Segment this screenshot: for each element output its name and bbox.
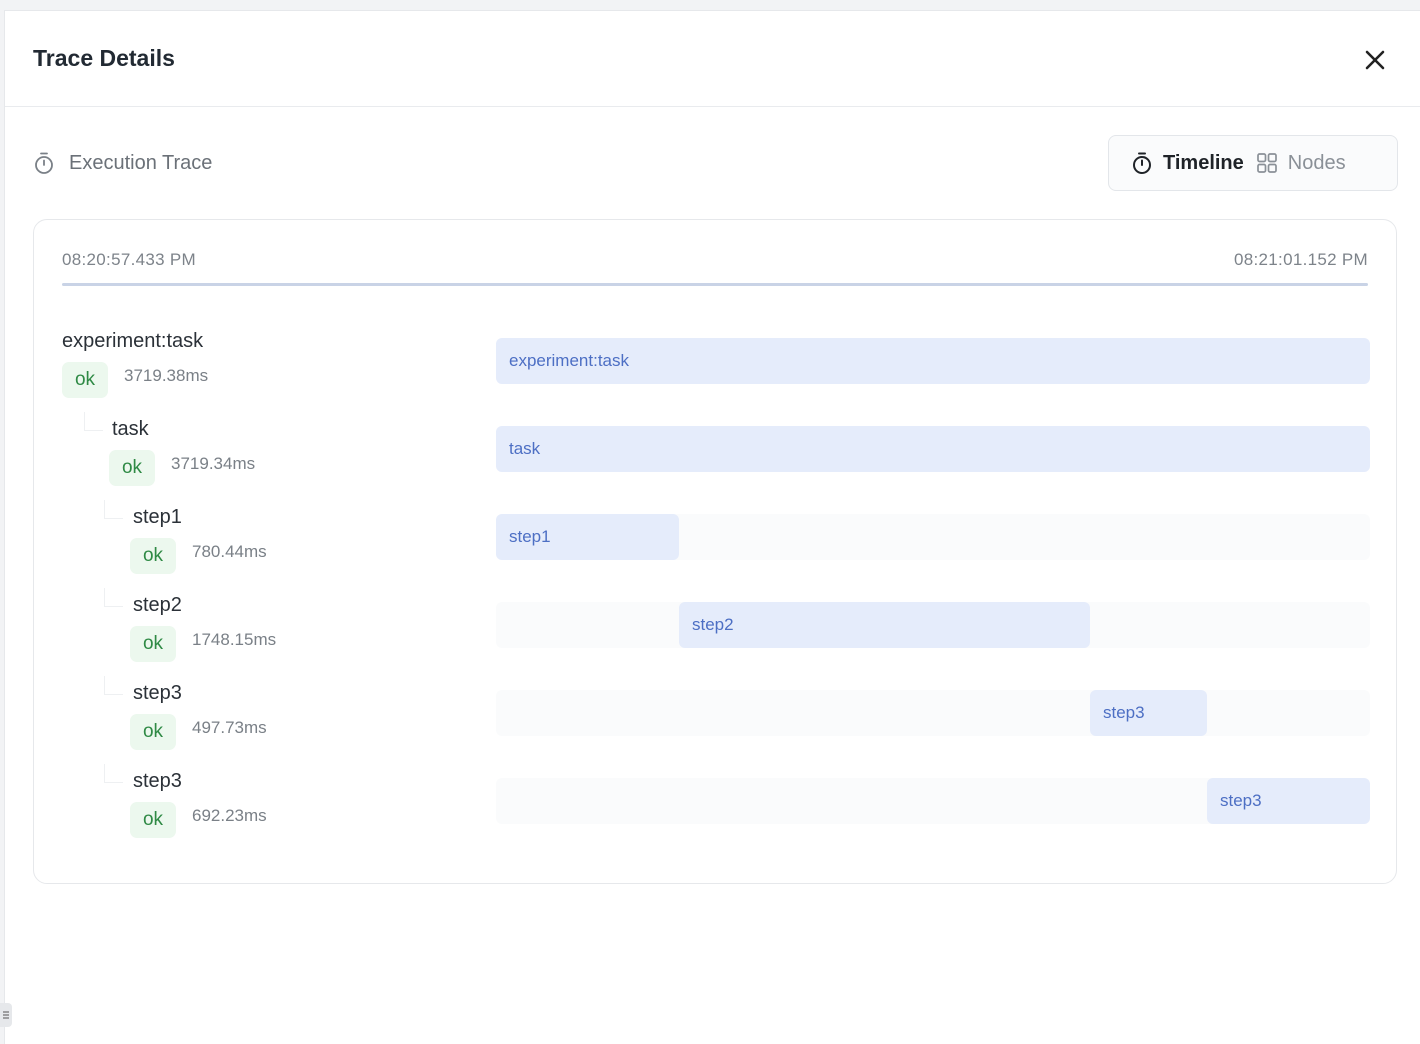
span-row-step2[interactable]: step2 ok 1748.15ms step2 <box>34 588 1396 676</box>
span-bar[interactable]: task <box>496 426 1370 472</box>
span-bar-label: step2 <box>692 615 734 634</box>
span-track: experiment:task <box>496 338 1370 384</box>
span-bar[interactable]: experiment:task <box>496 338 1370 384</box>
close-icon <box>1365 50 1385 70</box>
trace-details-dialog: Trace Details Execution Trace Timeline N… <box>4 10 1420 1044</box>
timeline-start-time: 08:20:57.433 PM <box>62 250 196 269</box>
span-row-step3[interactable]: step3 ok 692.23ms step3 <box>34 764 1396 852</box>
span-duration: 780.44ms <box>192 542 267 561</box>
span-track: task <box>496 426 1370 472</box>
span-bar-label: step3 <box>1103 703 1145 722</box>
timeline-tab[interactable]: Timeline <box>1109 136 1244 190</box>
span-row-experiment-task[interactable]: experiment:task ok 3719.38ms experiment:… <box>34 324 1396 412</box>
span-bar-label: experiment:task <box>509 351 629 370</box>
span-name: step2 <box>133 594 182 616</box>
status-badge: ok <box>62 362 108 398</box>
span-bar[interactable]: step3 <box>1090 690 1207 736</box>
section-title: Execution Trace <box>69 151 213 174</box>
stopwatch-icon <box>35 152 53 174</box>
span-bar-label: step1 <box>509 527 551 546</box>
dialog-header: Trace Details <box>5 11 1420 107</box>
span-duration: 3719.38ms <box>124 366 209 385</box>
close-button[interactable] <box>1362 47 1388 73</box>
tree-connector <box>104 500 123 519</box>
grid-icon <box>1256 153 1277 173</box>
tree-connector <box>104 588 123 607</box>
status-badge: ok <box>130 802 176 838</box>
timeline-card: 08:20:57.433 PM 08:21:01.152 PM experime… <box>33 219 1397 884</box>
span-row-step1[interactable]: step1 ok 780.44ms step1 <box>34 500 1396 588</box>
drag-handle-icon <box>3 1011 9 1019</box>
status-badge: ok <box>130 714 176 750</box>
span-name: step3 <box>133 770 182 792</box>
span-row-step3[interactable]: step3 ok 497.73ms step3 <box>34 676 1396 764</box>
timeline-axis <box>62 283 1368 286</box>
span-name: step3 <box>133 682 182 704</box>
span-bar[interactable]: step3 <box>1207 778 1370 824</box>
span-track: step3 <box>496 690 1370 736</box>
span-bar[interactable]: step2 <box>679 602 1090 648</box>
execution-trace-heading: Execution Trace <box>33 151 212 175</box>
span-duration: 497.73ms <box>192 718 267 737</box>
span-duration: 1748.15ms <box>192 630 277 649</box>
view-toggle: Timeline Nodes <box>1108 135 1398 191</box>
status-badge: ok <box>130 538 176 574</box>
timeline-end-time: 08:21:01.152 PM <box>1234 250 1368 269</box>
span-track: step1 <box>496 514 1370 560</box>
span-track: step3 <box>496 778 1370 824</box>
dialog-title: Trace Details <box>33 45 175 71</box>
stopwatch-icon <box>1133 152 1151 174</box>
span-name: task <box>112 418 149 440</box>
span-row-task[interactable]: task ok 3719.34ms task <box>34 412 1396 500</box>
span-name: step1 <box>133 506 182 528</box>
tree-connector <box>104 676 123 695</box>
nodes-tab[interactable]: Nodes <box>1244 136 1346 190</box>
span-track: step2 <box>496 602 1370 648</box>
nodes-tab-label: Nodes <box>1287 151 1346 174</box>
span-bar-label: task <box>509 439 541 458</box>
status-badge: ok <box>130 626 176 662</box>
span-duration: 3719.34ms <box>171 454 256 473</box>
status-badge: ok <box>109 450 155 486</box>
span-name: experiment:task <box>62 330 204 352</box>
tree-connector <box>104 764 123 783</box>
span-duration: 692.23ms <box>192 806 267 825</box>
timeline-tab-label: Timeline <box>1163 151 1244 174</box>
resize-handle[interactable] <box>0 1003 12 1027</box>
span-bar[interactable]: step1 <box>496 514 679 560</box>
span-bar-label: step3 <box>1220 791 1262 810</box>
tree-connector <box>84 412 103 431</box>
